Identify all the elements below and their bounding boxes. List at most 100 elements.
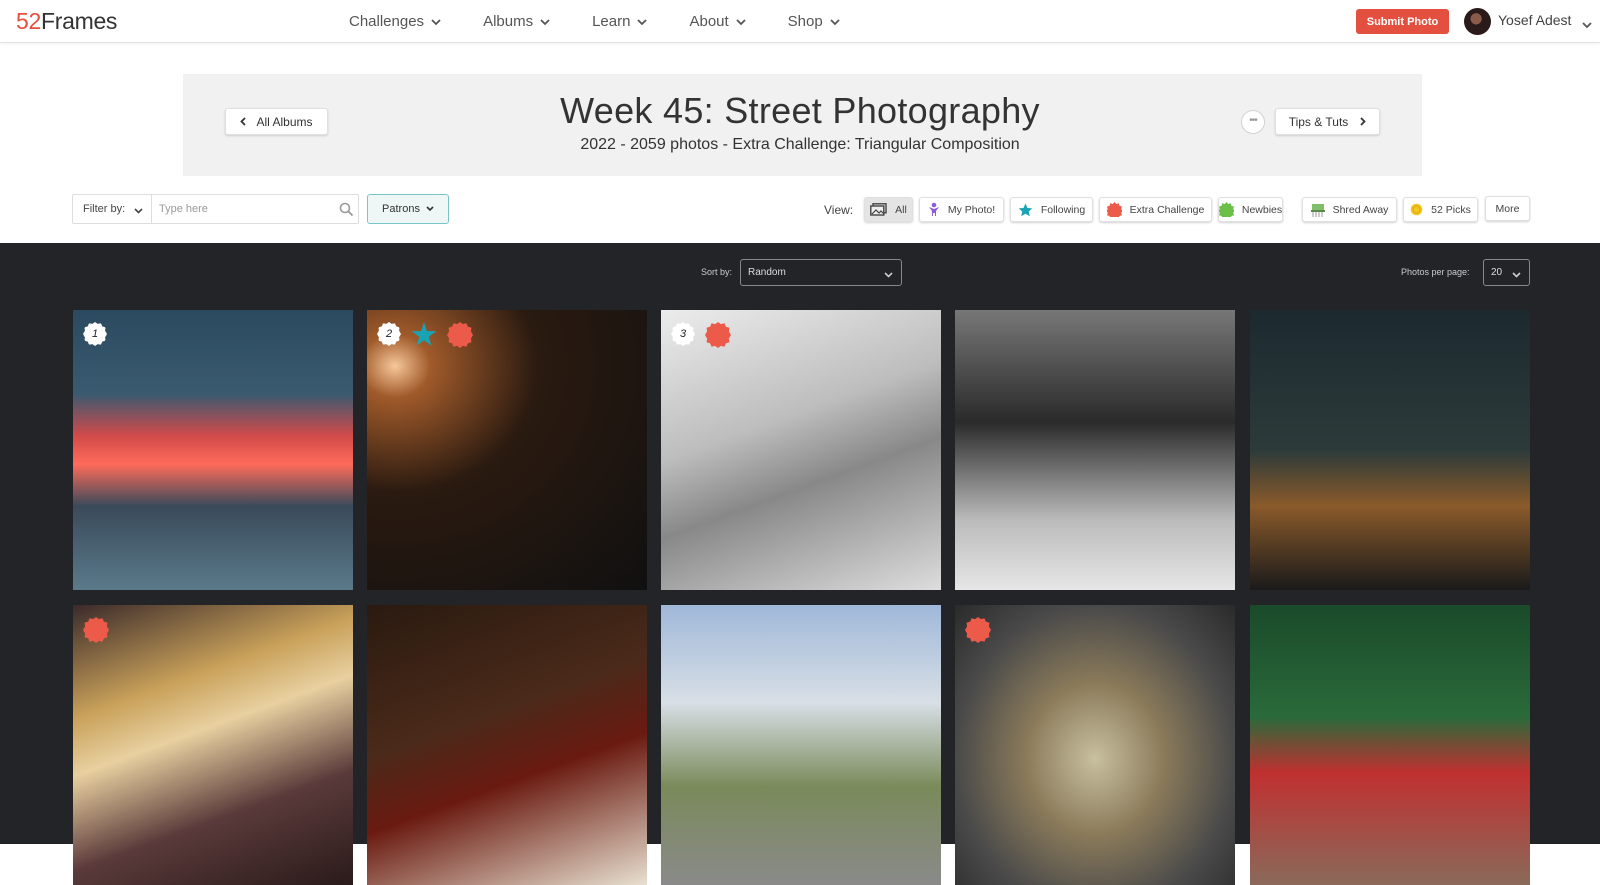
chevron-down-icon [426, 203, 434, 215]
person-icon [928, 202, 940, 217]
menu-albums[interactable]: Albums [483, 0, 550, 43]
album-subtitle: 2022 - 2059 photos - Extra Challenge: Tr… [580, 136, 1020, 153]
view-label-more: More [1495, 202, 1520, 215]
view-label-my-photo: My Photo! [947, 203, 996, 216]
photo-image [661, 310, 941, 590]
photo-image [1250, 605, 1530, 885]
photo-image [955, 310, 1235, 590]
sort-label: Sort by: [701, 267, 733, 277]
burst-icon [705, 322, 731, 348]
chevron-down-icon [830, 13, 840, 30]
username[interactable]: Yosef Adest [1498, 12, 1571, 28]
chevron-down-icon [637, 13, 648, 30]
menu-challenges[interactable]: Challenges [349, 0, 441, 43]
menu-label: Shop [787, 13, 823, 30]
menu-label: Albums [483, 13, 534, 30]
tips-and-tuts-button[interactable]: Tips & Tuts [1275, 108, 1380, 135]
chevron-down-icon [134, 205, 143, 217]
search-icon[interactable] [339, 202, 354, 222]
photo-image [73, 605, 353, 885]
photo-thumbnail[interactable] [661, 605, 941, 885]
shred-icon [1310, 203, 1325, 217]
filter-by-dropdown[interactable]: Filter by: [73, 195, 152, 223]
photo-thumbnail[interactable]: 2 [367, 310, 647, 590]
view-52-picks-button[interactable]: 52 Picks [1403, 197, 1478, 222]
page-title: Week 45: Street Photography [560, 90, 1040, 131]
sort-select[interactable]: Random [740, 259, 902, 286]
view-label-52-picks: 52 Picks [1431, 203, 1471, 216]
menu-label: Learn [592, 13, 631, 30]
photo-thumbnail[interactable] [1250, 310, 1530, 590]
burst-icon [447, 322, 473, 348]
chevron-left-icon [240, 117, 247, 126]
main-menu: Challenges Albums Learn About Shop [349, 0, 882, 43]
chevron-down-icon [431, 13, 441, 30]
filter-box: Filter by: [72, 194, 359, 224]
photo-thumbnail[interactable] [955, 605, 1235, 885]
view-label-newbies: Newbies [1241, 203, 1283, 216]
photo-image [367, 310, 647, 590]
patrons-dropdown[interactable]: Patrons [367, 194, 449, 224]
filter-search-input[interactable] [159, 200, 329, 218]
view-label-shred-away: Shred Away [1332, 203, 1389, 216]
photos-per-page-select[interactable]: 20 [1483, 259, 1530, 286]
sprout-icon [1218, 202, 1234, 217]
view-newbies-button[interactable]: Newbies [1218, 197, 1283, 222]
filter-label: Filter by: [83, 203, 126, 215]
sort-value: Random [748, 267, 786, 278]
photo-thumbnail[interactable]: 3 [661, 310, 941, 590]
chevron-down-icon [884, 270, 893, 281]
star-icon [411, 322, 437, 346]
chevron-down-icon[interactable] [1582, 16, 1592, 34]
burst-icon [965, 617, 991, 643]
photo-image [367, 605, 647, 885]
site-logo[interactable]: 52Frames [16, 8, 117, 35]
view-shred-away-button[interactable]: Shred Away [1302, 197, 1397, 222]
rank-badge: 3 [671, 322, 695, 346]
photo-thumbnail[interactable] [1250, 605, 1530, 885]
chevron-right-icon [1360, 117, 1367, 126]
all-albums-button[interactable]: All Albums [225, 108, 328, 135]
view-label-all: All [895, 203, 907, 216]
top-nav: 52Frames Challenges Albums Learn About S… [0, 0, 1600, 43]
coin-icon [1410, 203, 1423, 216]
all-albums-label: All Albums [256, 114, 313, 129]
view-label: View: [824, 203, 854, 217]
burst-icon [1106, 202, 1122, 217]
burst-icon [83, 617, 109, 643]
photo-image [73, 310, 353, 590]
chevron-down-icon [1512, 270, 1521, 281]
photo-thumbnail[interactable] [367, 605, 647, 885]
view-my-photo-button[interactable]: My Photo! [919, 197, 1004, 222]
avatar[interactable] [1464, 8, 1491, 35]
photo-thumbnail[interactable]: 1 [73, 310, 353, 590]
photos-per-page-label: Photos per page: [1401, 267, 1470, 277]
photos-per-page-value: 20 [1491, 267, 1503, 278]
view-all-button[interactable]: All [864, 197, 913, 222]
photos-icon [870, 203, 887, 216]
rank-badge: 2 [377, 322, 401, 346]
photo-image [1250, 310, 1530, 590]
chevron-down-icon [540, 13, 550, 30]
submit-photo-button[interactable]: Submit Photo [1356, 9, 1449, 34]
menu-label: Challenges [349, 13, 425, 30]
view-label-extra-challenge: Extra Challenge [1129, 203, 1205, 216]
tips-label: Tips & Tuts [1288, 114, 1349, 129]
view-extra-challenge-button[interactable]: Extra Challenge [1099, 197, 1212, 222]
photo-image [955, 605, 1235, 885]
rank-badge: 1 [83, 322, 107, 346]
more-options-icon[interactable]: ••• [1241, 110, 1265, 134]
menu-learn[interactable]: Learn [592, 0, 648, 43]
menu-label: About [689, 13, 729, 30]
menu-about[interactable]: About [689, 0, 746, 43]
photo-image [661, 605, 941, 885]
photo-thumbnail[interactable] [955, 310, 1235, 590]
menu-shop[interactable]: Shop [788, 0, 840, 43]
view-more-button[interactable]: More [1485, 196, 1530, 221]
chevron-down-icon [736, 13, 746, 30]
view-label-following: Following [1040, 203, 1086, 216]
photo-thumbnail[interactable] [73, 605, 353, 885]
view-following-button[interactable]: Following [1010, 197, 1093, 222]
star-icon [1018, 203, 1033, 217]
patrons-label: Patrons [382, 203, 420, 215]
